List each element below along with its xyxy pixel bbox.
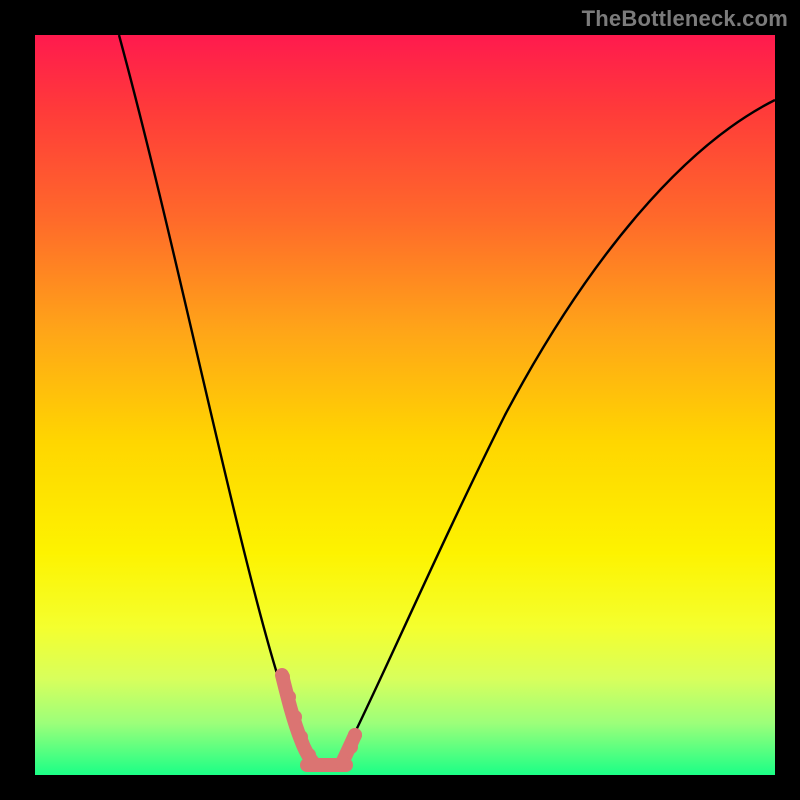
bottleneck-curve xyxy=(119,35,775,765)
watermark-text: TheBottleneck.com xyxy=(582,6,788,32)
plot-area xyxy=(35,35,775,775)
chart-frame: TheBottleneck.com xyxy=(0,0,800,800)
bottleneck-curve-svg xyxy=(35,35,775,775)
